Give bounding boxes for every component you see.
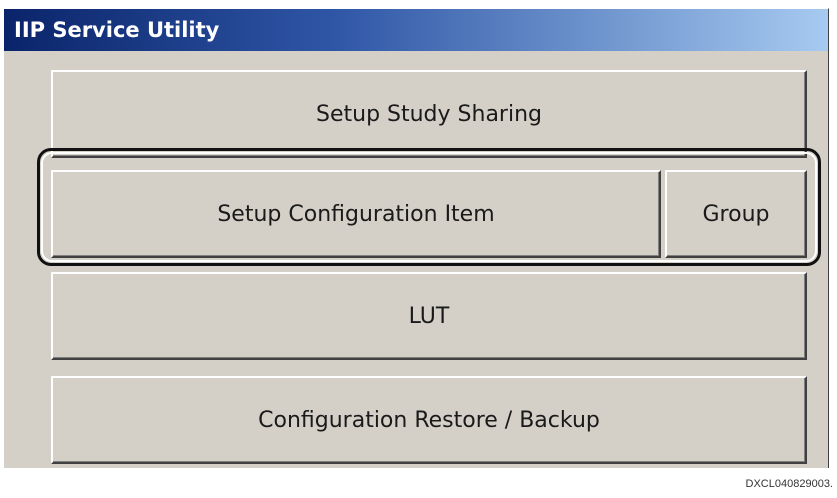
lut-button[interactable]: LUT [51, 272, 807, 360]
configuration-restore-backup-button[interactable]: Configuration Restore / Backup [51, 376, 807, 464]
setup-configuration-item-button[interactable]: Setup Configuration Item [51, 170, 661, 258]
figure-caption: DXCL040829003. [745, 478, 833, 490]
group-button[interactable]: Group [665, 170, 807, 258]
window-title: IIP Service Utility [4, 9, 828, 51]
setup-study-sharing-button[interactable]: Setup Study Sharing [51, 70, 807, 158]
